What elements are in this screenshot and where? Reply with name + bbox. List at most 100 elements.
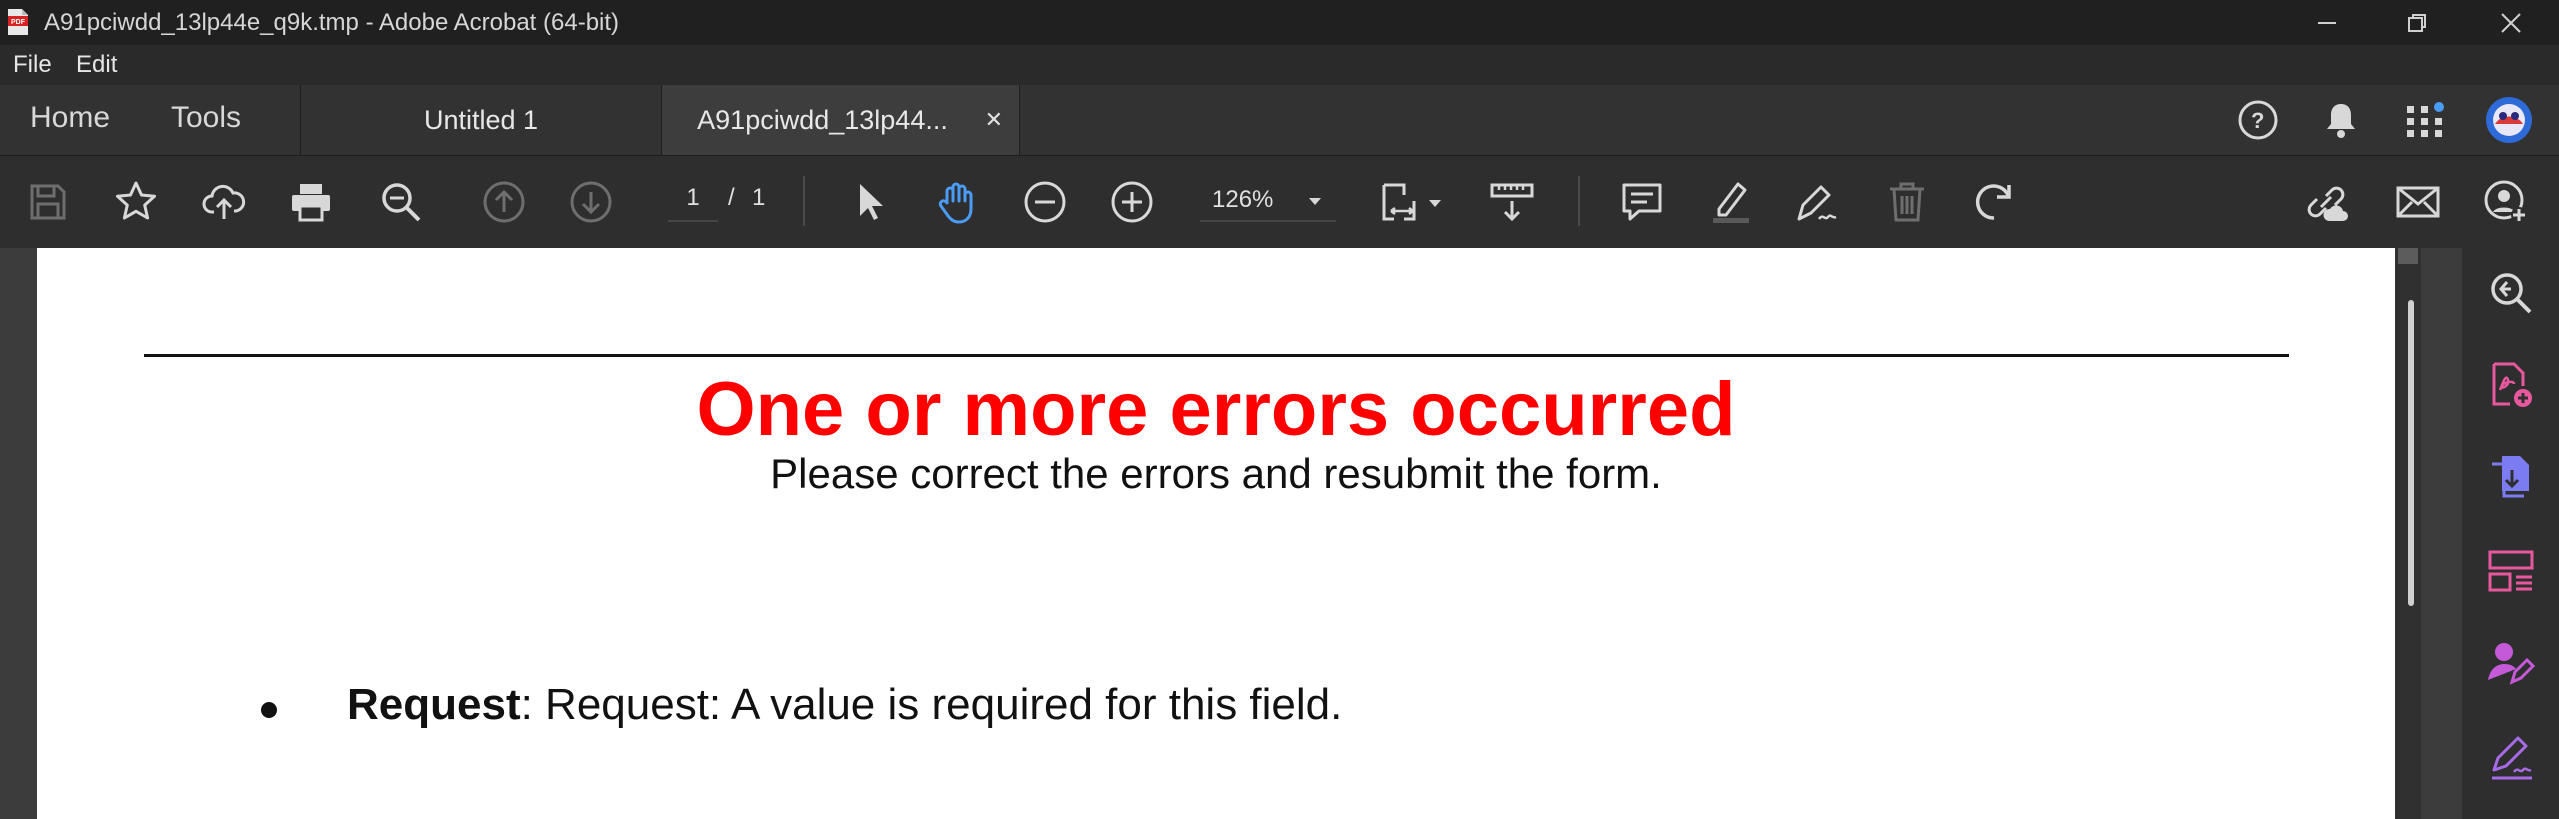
create-pdf-icon: [2492, 362, 2532, 407]
scrollbar-top-cap: [2398, 248, 2418, 264]
delete-icon: [1890, 182, 1924, 222]
pdf-page: One or more errors occurred Please corre…: [37, 248, 2395, 819]
fill-sign-icon: [2492, 736, 2532, 780]
page-fit-button[interactable]: [1378, 178, 1426, 226]
hand-tool-icon: [938, 182, 973, 224]
rotate-icon: [1975, 184, 2011, 220]
rotate-button[interactable]: [1970, 178, 2018, 226]
share-link-icon: [2307, 186, 2348, 221]
right-tools-panel: [2462, 248, 2559, 819]
help-icon[interactable]: ?: [2237, 99, 2279, 141]
nav-tools[interactable]: Tools: [171, 101, 241, 135]
fill-sign-button[interactable]: [2486, 734, 2536, 784]
apps-grid-icon[interactable]: [2404, 99, 2446, 141]
menu-file[interactable]: File: [13, 51, 52, 79]
add-user-button[interactable]: [2482, 178, 2530, 226]
measure-button[interactable]: [1488, 178, 1536, 226]
close-icon: [2501, 12, 2521, 33]
select-tool-button[interactable]: [846, 178, 894, 226]
scrollbar-thumb[interactable]: [2408, 300, 2414, 606]
menu-edit[interactable]: Edit: [76, 51, 117, 79]
zoom-level-dropdown[interactable]: 126%: [1200, 182, 1336, 222]
print-icon: [292, 184, 330, 222]
tab-close-icon[interactable]: ✕: [985, 107, 1003, 133]
minimize-button[interactable]: [2282, 0, 2372, 45]
total-pages: 1: [752, 184, 766, 211]
export-pdf-icon: [2492, 456, 2529, 498]
upload-cloud-icon: [202, 184, 246, 219]
save-button[interactable]: [24, 178, 72, 226]
page-number-input[interactable]: 1: [668, 184, 718, 222]
tab-label: A91pciwdd_13lp44...: [697, 104, 948, 135]
error-message: : Request: A value is required for this …: [520, 680, 1343, 729]
request-signature-icon: [2488, 643, 2536, 685]
svg-text:?: ?: [2251, 108, 2264, 133]
select-pointer-icon: [860, 184, 883, 220]
bookmark-button[interactable]: [112, 178, 160, 226]
restore-button[interactable]: [2372, 0, 2462, 45]
close-window-button[interactable]: [2466, 0, 2556, 45]
comment-icon: [1622, 183, 1662, 221]
tab-active-document[interactable]: A91pciwdd_13lp44... ✕: [662, 85, 1020, 155]
next-page-button[interactable]: [567, 178, 615, 226]
zoom-in-icon: [1111, 181, 1153, 223]
highlight-icon: [1713, 182, 1749, 223]
zoom-page-icon: [2491, 273, 2532, 314]
document-viewport[interactable]: One or more errors occurred Please corre…: [0, 248, 2462, 819]
bookmark-star-icon: [116, 181, 156, 220]
next-page-icon: [570, 181, 612, 223]
share-link-button[interactable]: [2302, 178, 2350, 226]
organize-pages-button[interactable]: [2486, 546, 2536, 596]
organize-pages-icon: [2488, 550, 2534, 592]
save-icon: [30, 184, 66, 220]
tab-label: Untitled 1: [423, 104, 539, 135]
chevron-down-icon[interactable]: [1428, 198, 1442, 208]
horizontal-rule: [144, 354, 2289, 357]
list-item: Request: Request: A value is required fo…: [347, 680, 1342, 730]
create-pdf-button[interactable]: [2486, 360, 2536, 410]
svg-text:PDF: PDF: [11, 19, 26, 26]
comment-button[interactable]: [1618, 178, 1666, 226]
zoom-value: 126%: [1212, 186, 1274, 213]
email-button[interactable]: [2394, 178, 2442, 226]
error-subheading: Please correct the errors and resubmit t…: [770, 450, 1662, 497]
zoom-search-icon: [382, 183, 421, 222]
nav-home[interactable]: Home: [30, 101, 110, 135]
restore-icon: [2408, 13, 2426, 32]
zoom-in-button[interactable]: [1108, 178, 1156, 226]
window-title: A91pciwdd_13lp44e_q9k.tmp - Adobe Acroba…: [44, 9, 620, 36]
user-avatar[interactable]: [2485, 96, 2533, 144]
notifications-bell-icon[interactable]: [2320, 99, 2362, 141]
export-pdf-button[interactable]: [2486, 452, 2536, 502]
prev-page-button[interactable]: [480, 178, 528, 226]
tab-bar: Home Tools Untitled 1 A91pciwdd_13lp44..…: [0, 85, 2559, 156]
email-icon: [2396, 186, 2440, 218]
toolbar-divider: [1578, 176, 1580, 226]
zoom-page-button[interactable]: [2486, 268, 2536, 318]
sign-button[interactable]: [1792, 178, 1840, 226]
toolbar-divider: [803, 176, 805, 226]
prev-page-icon: [483, 181, 525, 223]
highlight-button[interactable]: [1706, 178, 1754, 226]
tab-untitled-1[interactable]: Untitled 1: [300, 85, 662, 155]
delete-button[interactable]: [1883, 178, 1931, 226]
request-signature-button[interactable]: [2486, 638, 2536, 688]
bullet: [261, 702, 277, 718]
minimize-icon: [2318, 21, 2336, 24]
upload-button[interactable]: [200, 178, 248, 226]
hand-tool-button[interactable]: [934, 178, 982, 226]
find-button[interactable]: [377, 178, 425, 226]
page-separator: /: [728, 184, 735, 211]
page-fit-icon: [1382, 183, 1416, 221]
measure-icon: [1490, 183, 1534, 222]
error-heading: One or more errors occurred: [696, 367, 1736, 452]
main-toolbar: 1 / 1 126%: [0, 156, 2559, 248]
acrobat-app-icon: PDF: [8, 9, 28, 35]
error-field-name: Request: [347, 680, 521, 729]
zoom-out-button[interactable]: [1021, 178, 1069, 226]
chevron-down-icon: [1309, 198, 1321, 205]
add-user-icon: [2484, 180, 2527, 223]
print-button[interactable]: [287, 178, 335, 226]
sign-pen-icon: [1797, 185, 1837, 221]
zoom-out-icon: [1024, 181, 1066, 223]
